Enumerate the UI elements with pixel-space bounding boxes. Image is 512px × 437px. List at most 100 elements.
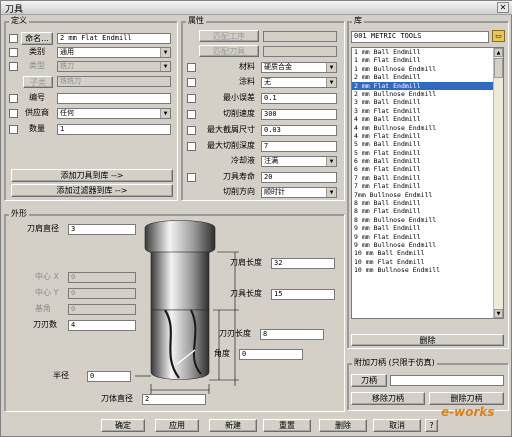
library-item[interactable]: 7 mm Flat Endmill: [352, 182, 503, 190]
chevron-down-icon: ▼: [160, 62, 170, 71]
library-delete-button[interactable]: 删除: [351, 334, 504, 346]
library-item[interactable]: 1 mm Flat Endmill: [352, 56, 503, 64]
library-item[interactable]: 1 mm Bullnose Endmill: [352, 65, 503, 73]
library-item[interactable]: 8 mm Ball Endmill: [352, 199, 503, 207]
category-select[interactable]: 通用 ▼: [57, 47, 171, 58]
min-error-checkbox[interactable]: [187, 94, 196, 103]
type-checkbox[interactable]: [9, 62, 18, 71]
number-checkbox[interactable]: [9, 94, 18, 103]
library-item[interactable]: 3 mm Flat Endmill: [352, 107, 503, 115]
number-label: 编号: [29, 93, 45, 102]
library-item[interactable]: 10 mm Flat Endmill: [352, 258, 503, 266]
shoulder-diameter-field[interactable]: 3: [68, 224, 136, 235]
library-item[interactable]: 9 mm Bullnose Endmill: [352, 241, 503, 249]
flutes-label: 刀刃数: [33, 320, 57, 329]
scroll-up-icon[interactable]: ▲: [494, 48, 503, 57]
library-item[interactable]: 2 mm Ball Endmill: [352, 73, 503, 81]
library-item[interactable]: 10 mm Bullnose Endmill: [352, 266, 503, 274]
direction-select[interactable]: 顺时针 ▼: [261, 187, 337, 198]
library-item[interactable]: 9 mm Flat Endmill: [352, 233, 503, 241]
coating-label: 涂料: [239, 77, 255, 86]
max-cut-field[interactable]: 0.03: [261, 125, 337, 136]
library-item[interactable]: 2 mm Bullnose Endmill: [352, 90, 503, 98]
quantity-checkbox[interactable]: [9, 125, 18, 134]
holder-button[interactable]: 刀柄: [351, 374, 387, 387]
library-item[interactable]: 7 mm Ball Endmill: [352, 174, 503, 182]
scroll-thumb[interactable]: [494, 58, 503, 78]
match-operation-button: 匹配工序: [199, 30, 259, 42]
cut-rate-label: 切削速度: [223, 109, 255, 118]
library-item[interactable]: 6 mm Flat Endmill: [352, 165, 503, 173]
cut-rate-checkbox[interactable]: [187, 110, 196, 119]
chevron-down-icon: ▼: [326, 157, 336, 166]
name-field[interactable]: 2 mm Flat Endmill: [57, 33, 171, 44]
library-item[interactable]: 2 mm Flat Endmill: [352, 81, 503, 90]
supplier-checkbox[interactable]: [9, 109, 18, 118]
endmill-diagram: [135, 220, 239, 394]
max-depth-checkbox[interactable]: [187, 142, 196, 151]
reset-button[interactable]: 重置: [263, 419, 311, 432]
library-item[interactable]: 3 mm Ball Endmill: [352, 98, 503, 106]
shank-length-field[interactable]: 15: [271, 289, 335, 300]
chevron-down-icon: ▼: [160, 109, 170, 118]
delete-button[interactable]: 删除: [319, 419, 367, 432]
tool-life-label: 刀具寿命: [223, 172, 255, 181]
library-item[interactable]: 6 mm Ball Endmill: [352, 157, 503, 165]
cut-rate-field[interactable]: 300: [261, 109, 337, 120]
library-item[interactable]: 9 mm Ball Endmill: [352, 224, 503, 232]
number-field[interactable]: [57, 93, 171, 104]
tool-length-field[interactable]: 32: [271, 258, 335, 269]
quantity-field[interactable]: 1: [57, 124, 171, 135]
apply-button[interactable]: 应用: [155, 419, 199, 432]
name-checkbox[interactable]: [9, 34, 18, 43]
max-cut-label: 最大截屑尺寸: [207, 125, 255, 134]
match-tool-button: 匹配刀具: [199, 45, 259, 57]
library-item[interactable]: 5 mm Flat Endmill: [352, 149, 503, 157]
max-depth-field[interactable]: 7: [261, 141, 337, 152]
library-item[interactable]: 4 mm Bullnose Endmill: [352, 124, 503, 132]
scroll-down-icon[interactable]: ▼: [494, 309, 503, 318]
tool-life-field[interactable]: 20: [261, 172, 337, 183]
library-item[interactable]: 1 mm Ball Endmill: [352, 48, 503, 56]
library-item[interactable]: 4 mm Ball Endmill: [352, 115, 503, 123]
library-list[interactable]: 1 mm Ball Endmill 1 mm Flat Endmill 1 mm B…: [351, 47, 504, 319]
close-icon[interactable]: ✕: [497, 2, 509, 13]
tool-life-checkbox[interactable]: [187, 173, 196, 182]
category-checkbox[interactable]: [9, 48, 18, 57]
flute-length-field[interactable]: 8: [260, 329, 324, 340]
new-button[interactable]: 新建: [209, 419, 257, 432]
holder-field[interactable]: [390, 375, 504, 386]
type-label: 类型: [29, 61, 45, 70]
remove-holder-button[interactable]: 移除刀柄: [351, 392, 425, 405]
library-item[interactable]: 8 mm Bullnose Endmill: [352, 216, 503, 224]
radius-field[interactable]: 0: [87, 371, 131, 382]
ok-button[interactable]: 确定: [101, 419, 145, 432]
add-tool-button[interactable]: 添加刀具到库 -->: [11, 169, 173, 182]
min-error-field[interactable]: 0.1: [261, 93, 337, 104]
delete-holder-button[interactable]: 删除刀柄: [429, 392, 504, 405]
chevron-down-icon: ▼: [160, 48, 170, 57]
library-item[interactable]: 7mm Bullnose Endmill: [352, 191, 503, 199]
supplier-select[interactable]: 任何 ▼: [57, 108, 171, 119]
coating-checkbox[interactable]: [187, 78, 196, 87]
name-button[interactable]: 命名...: [21, 32, 53, 45]
folder-open-icon[interactable]: ▭: [492, 30, 505, 42]
flutes-field[interactable]: 4: [68, 320, 136, 331]
library-item[interactable]: 8 mm Flat Endmill: [352, 207, 503, 215]
material-select[interactable]: 硬质合金 ▼: [261, 62, 337, 73]
library-item[interactable]: 5 mm Ball Endmill: [352, 140, 503, 148]
max-cut-checkbox[interactable]: [187, 126, 196, 135]
library-scrollbar[interactable]: ▲ ▼: [493, 48, 503, 318]
radius-label: 半径: [53, 371, 69, 380]
cancel-button[interactable]: 取消: [373, 419, 421, 432]
material-checkbox[interactable]: [187, 63, 196, 72]
add-filter-button[interactable]: 添加过滤器到库 -->: [11, 184, 173, 197]
library-item[interactable]: 10 mm Ball Endmill: [352, 249, 503, 257]
coating-select[interactable]: 无 ▼: [261, 77, 337, 88]
library-item[interactable]: 4 mm Flat Endmill: [352, 132, 503, 140]
library-selector[interactable]: 001 METRIC TOOLS: [351, 31, 489, 43]
help-button[interactable]: ?: [425, 419, 438, 432]
define-legend: 定义: [9, 16, 29, 26]
coolant-label: 冷却液: [231, 156, 255, 165]
coolant-select[interactable]: 注满 ▼: [261, 156, 337, 167]
